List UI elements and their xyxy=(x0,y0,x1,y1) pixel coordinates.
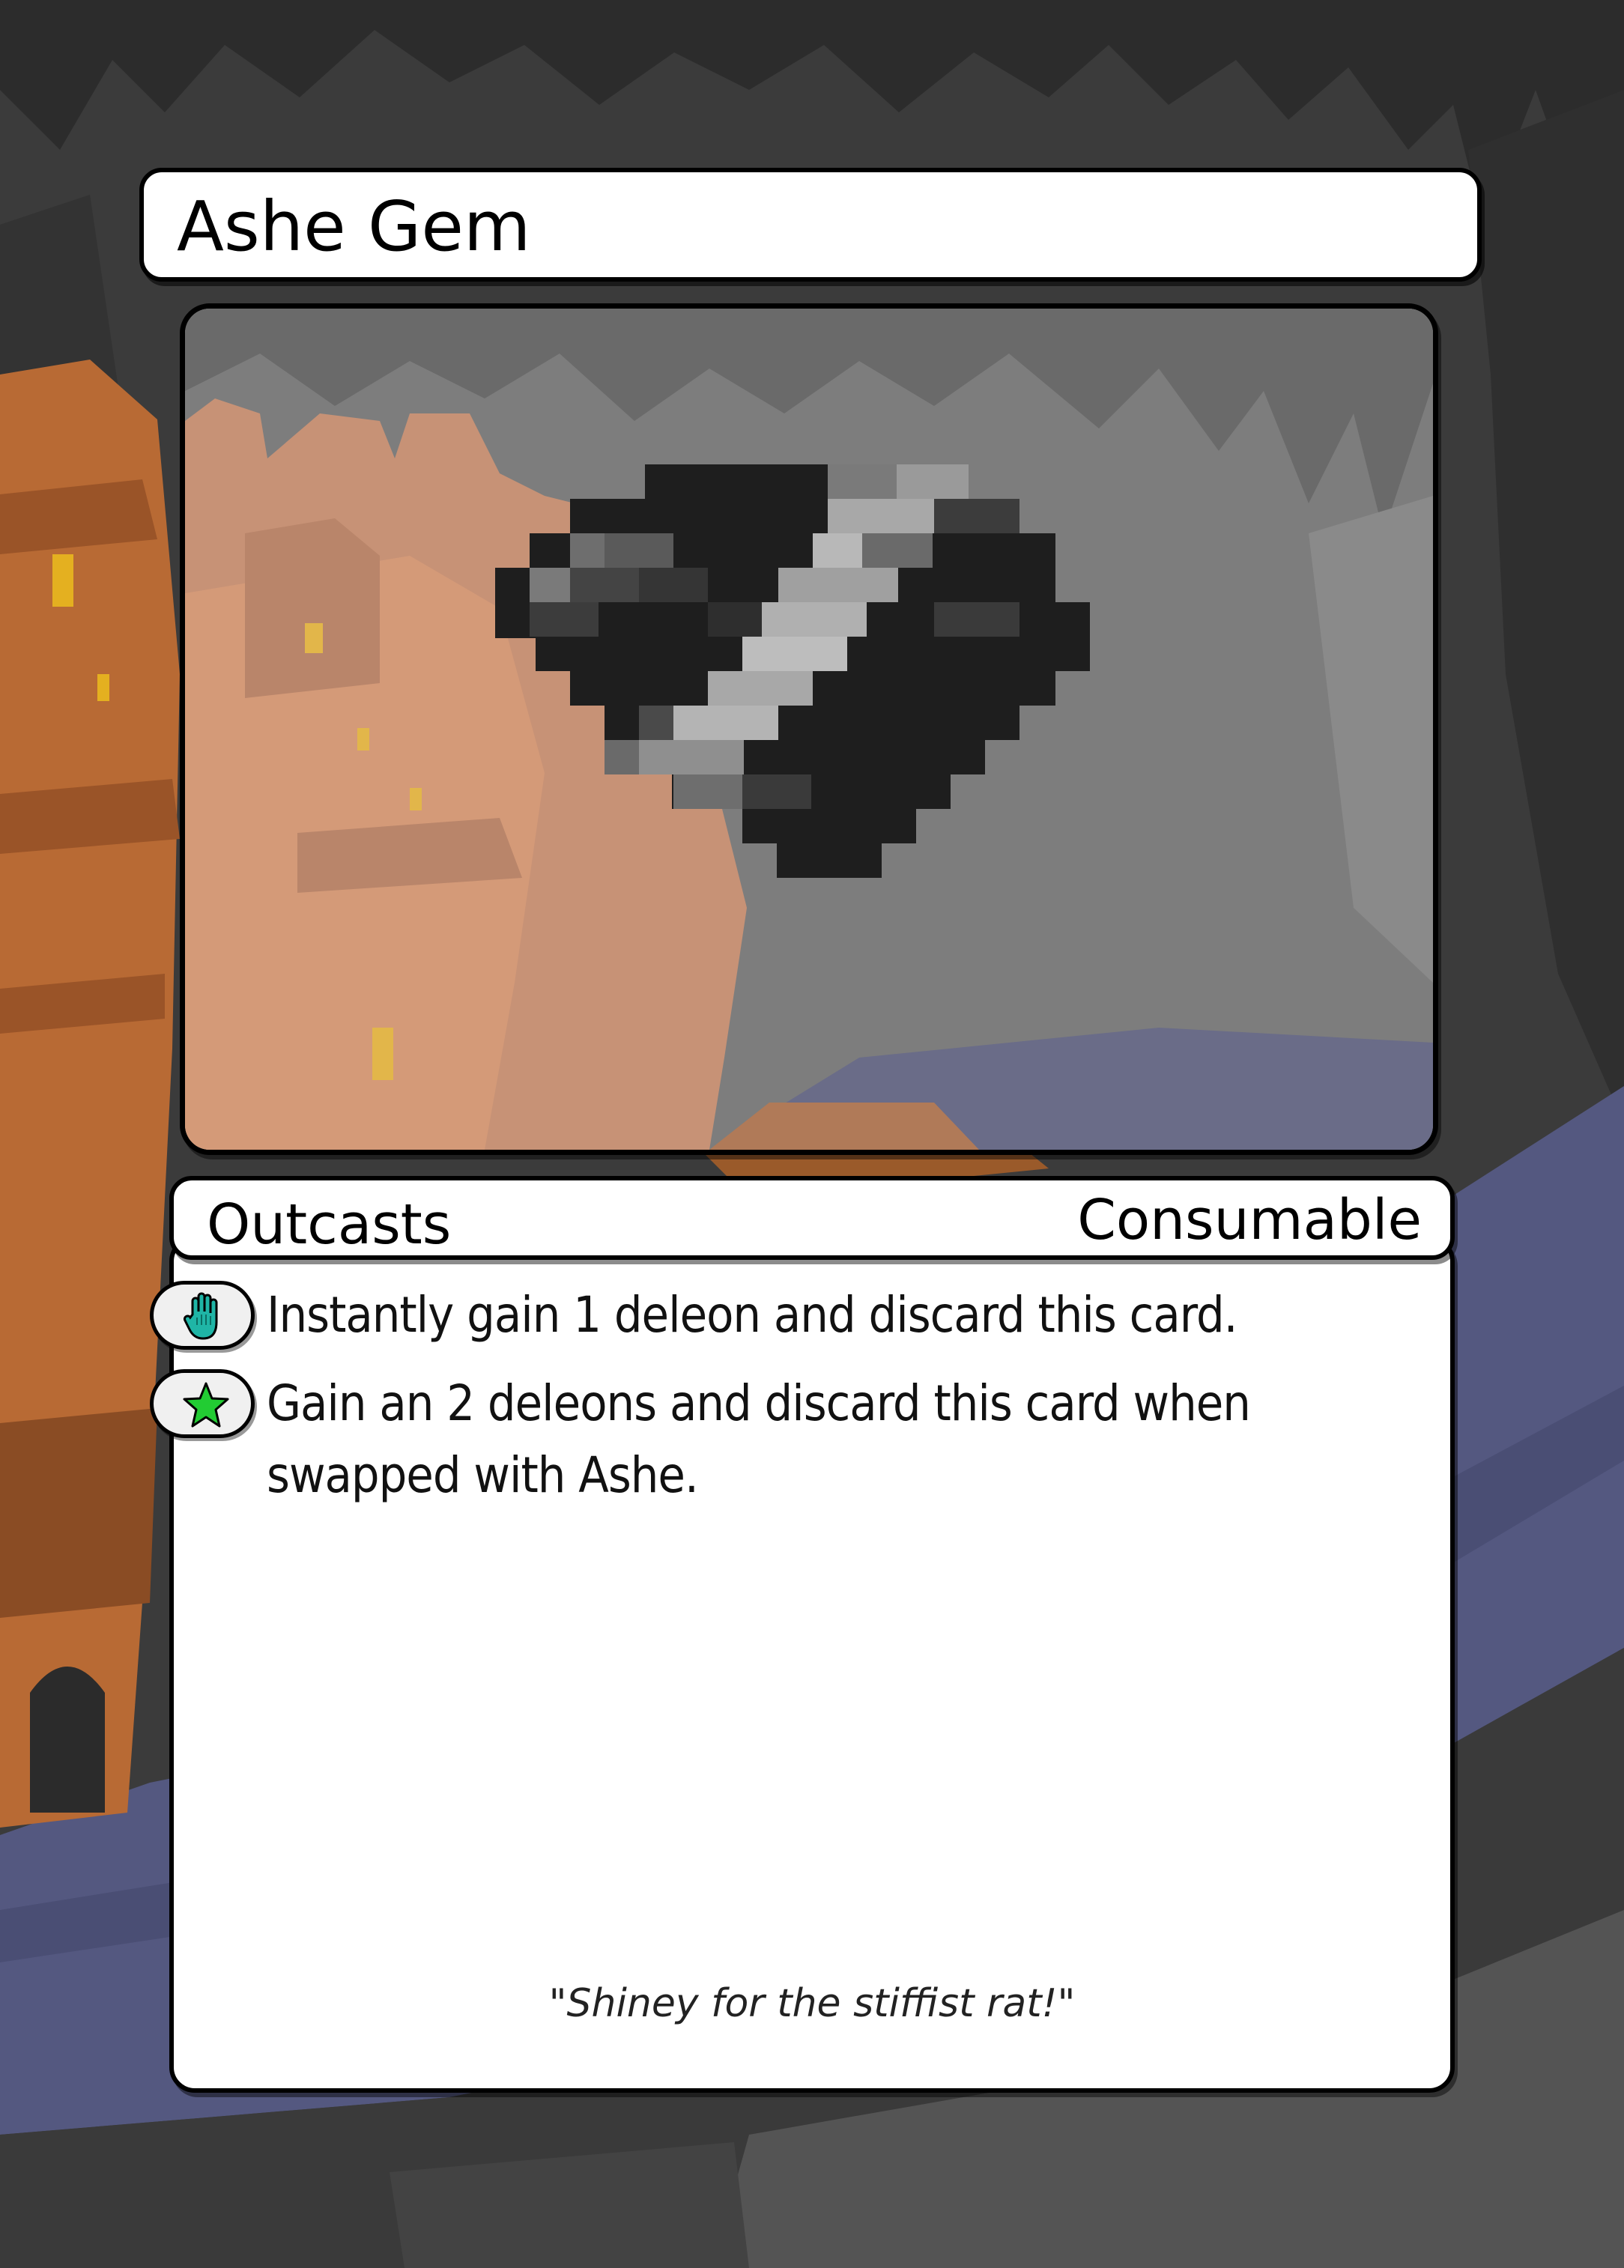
card-rules-box xyxy=(169,1236,1455,2093)
ashe-gem-art xyxy=(495,464,1090,878)
card-title-bar: Ashe Gem xyxy=(139,168,1482,282)
ability-1-text: Instantly gain 1 deleon and discard this… xyxy=(267,1286,1238,1344)
card-type-bar: Outcasts Consumable xyxy=(169,1176,1455,1260)
ability-1-badge xyxy=(150,1281,255,1350)
card-type-label: Consumable xyxy=(1077,1188,1422,1252)
flavor-text: "Shiney for the stiffist rat!" xyxy=(548,1981,1076,2026)
hand-icon xyxy=(184,1292,218,1340)
card-art-frame xyxy=(180,303,1438,1155)
star-icon xyxy=(183,1382,229,1428)
card-title: Ashe Gem xyxy=(177,187,531,267)
faction-label: Outcasts xyxy=(207,1192,452,1257)
ability-2-badge xyxy=(150,1369,255,1438)
ability-2-text: Gain an 2 deleons and discard this card … xyxy=(267,1374,1251,1504)
